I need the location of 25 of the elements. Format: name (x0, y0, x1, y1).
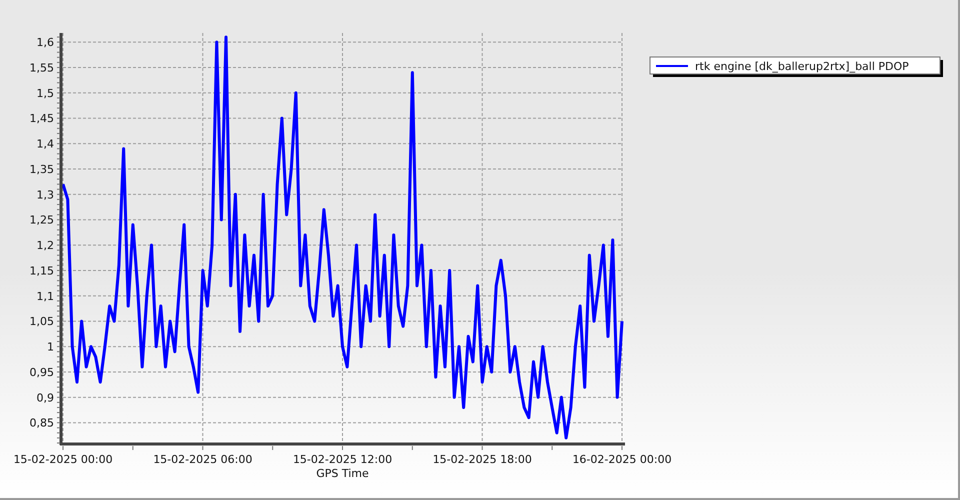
y-tick-label: 1 (47, 340, 54, 354)
y-tick-label: 1,1 (36, 290, 54, 303)
x-tick-label: 15-02-2025 00:00 (13, 453, 113, 466)
y-tick-label: 1,3 (36, 188, 54, 202)
y-tick-label: 0,9 (36, 391, 54, 404)
y-tick-label: 1,55 (30, 62, 54, 74)
x-axis-title: GPS Time (316, 467, 369, 480)
x-tick-label: 15-02-2025 12:00 (292, 453, 392, 466)
y-tick-label: 1,6 (36, 36, 54, 50)
legend-label: rtk engine [dk_ballerup2rtx]_ball PDOP (695, 60, 910, 73)
y-tick-label: 0,95 (30, 366, 54, 379)
x-tick-label: 16-02-2025 00:00 (572, 453, 672, 466)
y-tick-label: 1,5 (36, 86, 54, 100)
x-tick-label: 15-02-2025 18:00 (432, 453, 532, 466)
x-tick-label: 15-02-2025 06:00 (153, 453, 252, 466)
legend: rtk engine [dk_ballerup2rtx]_ball PDOP (650, 56, 943, 77)
legend-line-icon (656, 65, 688, 67)
y-tick-label: 1,05 (30, 315, 54, 328)
y-tick-label: 1,15 (30, 264, 54, 278)
y-tick-label: 1,4 (36, 138, 54, 151)
y-tick-label: 1,45 (30, 112, 54, 126)
y-tick-label: 0,85 (30, 416, 54, 430)
y-tick-label: 1,2 (36, 239, 54, 252)
y-tick-label: 1,35 (30, 163, 54, 176)
y-tick-label: 1,25 (30, 214, 54, 227)
